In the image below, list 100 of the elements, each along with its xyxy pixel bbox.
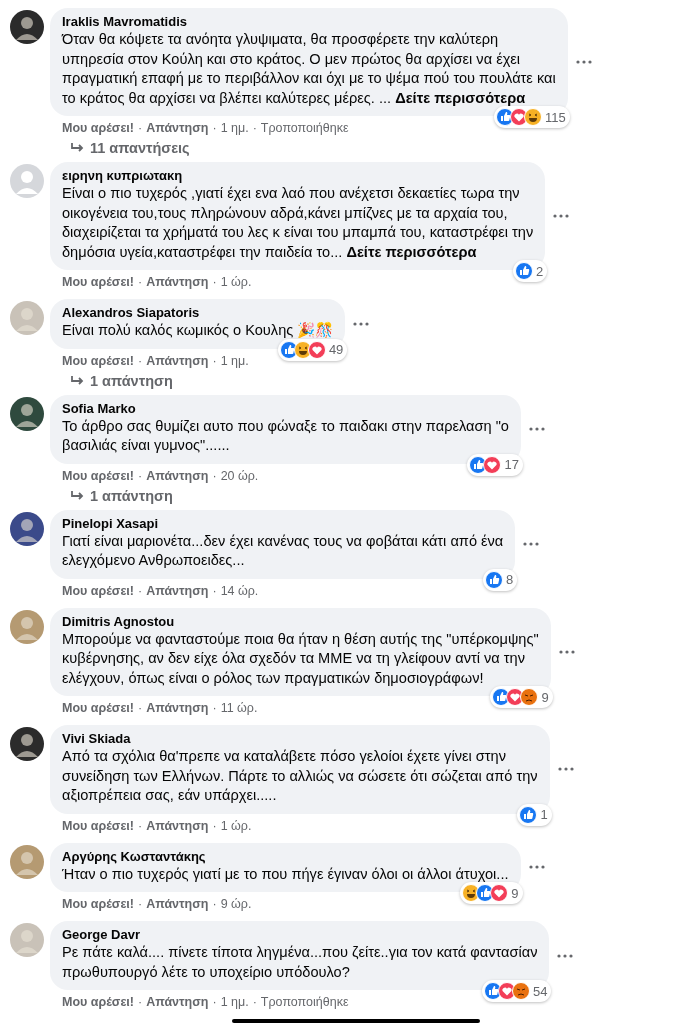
reactions-badge[interactable]: 2 <box>513 260 548 282</box>
reactions-badge[interactable]: 17 <box>467 453 523 476</box>
reaction-count: 8 <box>506 572 514 587</box>
separator-dot: · <box>212 353 217 369</box>
angry-face-icon <box>520 688 539 706</box>
like-link[interactable]: Μου αρέσει! <box>62 701 134 716</box>
more-options-icon[interactable] <box>523 542 540 546</box>
reactions-badge[interactable]: 8 <box>483 568 518 591</box>
comment-meta: 20 ώρ. <box>220 468 259 484</box>
reply-link[interactable]: Απάντηση <box>146 275 209 290</box>
reply-link[interactable]: Απάντηση <box>146 995 209 1010</box>
comment-text: διαχειρίζεται τα χρήματά του λες κ είναι του μπαμπά του, καταστρέφει την <box>62 223 534 242</box>
comment-text: Ρε πάτε καλά.... πίνετε τίποτα ληγμένα...που ζείτε..για τον κατά φαντασίαν <box>62 943 538 962</box>
like-link[interactable]: Μου αρέσει! <box>62 995 134 1010</box>
reactions-badge[interactable]: 1 <box>517 803 552 826</box>
comment-text: Είναι ο πιο τυχερός ,γιατί έχει ενα λαό που ανέχετσι δεκαετίες τωρα την <box>62 184 521 203</box>
author-name[interactable]: George Davr <box>62 927 538 943</box>
reaction-count: 9 <box>541 689 549 705</box>
separator-dot: · <box>138 275 143 290</box>
author-name[interactable]: Sofia Marko <box>62 400 509 417</box>
comment-text: κυβέρνησης, αν δεν είχε όλα σχεδόν τα ΜΜΕ να τη γλείφουν αντί να την <box>62 649 526 668</box>
comment-text: υπηρεσία στον Κούλη και στο κράτος. Ο μεν πρώτος θα αρχίσει να έχει <box>62 49 522 69</box>
comment-text: Μπορούμε να φανταστούμε ποια θα ήταν η θέση αυτής της "υπέρκομψης" <box>62 629 539 649</box>
reaction-count: 9 <box>511 885 519 901</box>
avatar[interactable] <box>10 396 44 431</box>
comment-text: Ήταν ο πιο τυχερός γιατί με το που πήγε έγιναν όλοι οι άλλοι άτυχοι... <box>62 864 509 884</box>
separator-dot: · <box>212 583 217 599</box>
separator-dot: · <box>252 995 257 1010</box>
avatar[interactable] <box>10 10 44 44</box>
comment-text: Γιατί είναι μαριονέτα...δεν έχει κανένας τους να φοβάται κάτι από ένα <box>62 531 504 551</box>
comment-meta: 1 ώρ. <box>220 818 252 834</box>
separator-dot: · <box>212 897 217 912</box>
reaction-count: 17 <box>504 457 519 472</box>
comment-text: αξιοπρέπεια σας, εάν υπάρχει..... <box>62 786 278 805</box>
like-link[interactable]: Μου αρέσει! <box>62 353 134 369</box>
author-name[interactable]: ειρηνη κυπριωτακη <box>62 168 534 184</box>
view-replies-link[interactable]: 1 απάντηση <box>50 368 677 389</box>
like-link[interactable]: Μου αρέσει! <box>62 121 134 136</box>
comment-text: δημόσια υγεία,καταστρέφει την παιδεία το... Δείτε περισσότερα <box>62 242 478 262</box>
author-name[interactable]: Iraklis Mavromatidis <box>62 14 556 30</box>
reply-link[interactable]: Απάντηση <box>146 121 209 136</box>
reactions-badge[interactable]: 54 <box>482 980 552 1002</box>
separator-dot: · <box>212 468 217 484</box>
view-replies-link[interactable]: 1 απάντηση <box>50 483 677 504</box>
like-link[interactable]: Μου αρέσει! <box>62 583 134 599</box>
comment-meta: 14 ώρ. <box>220 583 259 599</box>
more-options-icon[interactable] <box>528 427 545 431</box>
comment-text: Όταν θα κόψετε τα ανόητα γλυψιματα, θα προσφέρετε την καλύτερη <box>62 30 500 49</box>
angry-face-icon <box>512 982 530 1000</box>
comment-meta: 11 ώρ. <box>220 701 258 716</box>
comment-text: Από τα σχόλια θα'πρεπε να καταλάβετε πόσο γελοίοι έχετε γίνει στην <box>62 747 507 766</box>
more-options-icon[interactable] <box>553 214 570 218</box>
view-replies-link[interactable]: 11 απαντήσεις <box>50 136 677 156</box>
more-options-icon[interactable] <box>575 60 592 64</box>
comment-text: πρωθυπουργό λέτε το υποχείριο υπόδουλο? <box>62 962 351 982</box>
separator-dot: · <box>138 818 143 834</box>
reactions-badge[interactable]: 115 <box>494 106 570 128</box>
more-options-icon[interactable] <box>558 649 575 654</box>
comment-text: βασιλιάς είναι γυμνος"...... <box>62 436 231 455</box>
like-link[interactable]: Μου αρέσει! <box>62 468 134 484</box>
separator-dot: · <box>138 468 143 484</box>
comment-meta: Τροποποιήθηκε <box>260 995 349 1010</box>
comment-meta: 1 ημ. <box>220 353 249 369</box>
like-link[interactable]: Μου αρέσει! <box>62 275 134 290</box>
comment-text: το κράτος θα αρχίσει να βλέπει καλύτερες μέρες. ... Δείτε περισσότερα <box>62 88 527 108</box>
comment-text: Το άρθρο σας θυμίζει αυτο που φώναξε το παιδακι στην παρελαση "ο <box>62 416 509 436</box>
reply-link[interactable]: Απάντηση <box>146 897 209 912</box>
reply-link[interactable]: Απάντηση <box>146 583 209 599</box>
reply-link[interactable]: Απάντηση <box>146 353 209 369</box>
author-name[interactable]: Dimitris Agnostou <box>62 613 539 630</box>
separator-dot: · <box>138 353 143 369</box>
reply-link[interactable]: Απάντηση <box>146 701 209 716</box>
author-name[interactable]: Vivi Skiada <box>62 731 538 747</box>
like-link[interactable]: Μου αρέσει! <box>62 897 134 912</box>
separator-dot: · <box>138 995 143 1010</box>
thumbs-up-icon <box>515 262 534 280</box>
separator-dot: · <box>212 121 217 136</box>
comment-text: πραγματική επαφή με το περιβάλλον και όχι με το ψέμα πού του πουλάτε και <box>62 69 556 88</box>
author-name[interactable]: Αργύρης Κωσταντάκης <box>62 848 509 865</box>
reactions-badge[interactable]: 49 <box>277 338 348 361</box>
more-options-icon[interactable] <box>353 321 370 326</box>
laughing-face-icon <box>524 108 542 126</box>
more-options-icon[interactable] <box>528 865 545 870</box>
comment-meta: 1 ημ. <box>220 121 249 136</box>
comment-meta: 9 ώρ. <box>220 897 252 912</box>
avatar[interactable] <box>10 511 44 546</box>
comment-text: Είναι πολύ καλός κωμικός ο Κουλης 🎉🎊 <box>62 321 334 340</box>
comment-meta: Τροποποιήθηκε <box>260 121 349 136</box>
reactions-badge[interactable]: 9 <box>490 686 553 708</box>
like-link[interactable]: Μου αρέσει! <box>62 818 134 834</box>
author-name[interactable]: Pinelopi Xasapi <box>62 515 504 532</box>
reactions-badge[interactable]: 9 <box>460 882 523 904</box>
reply-link[interactable]: Απάντηση <box>146 468 209 484</box>
thumbs-up-icon <box>485 570 504 589</box>
more-options-icon[interactable] <box>557 953 574 958</box>
author-name[interactable]: Alexandros Siapatoris <box>62 305 334 321</box>
reply-link[interactable]: Απάντηση <box>146 818 209 834</box>
reply-arrow-icon <box>70 142 84 154</box>
avatar[interactable] <box>10 727 44 761</box>
more-options-icon[interactable] <box>557 767 574 772</box>
